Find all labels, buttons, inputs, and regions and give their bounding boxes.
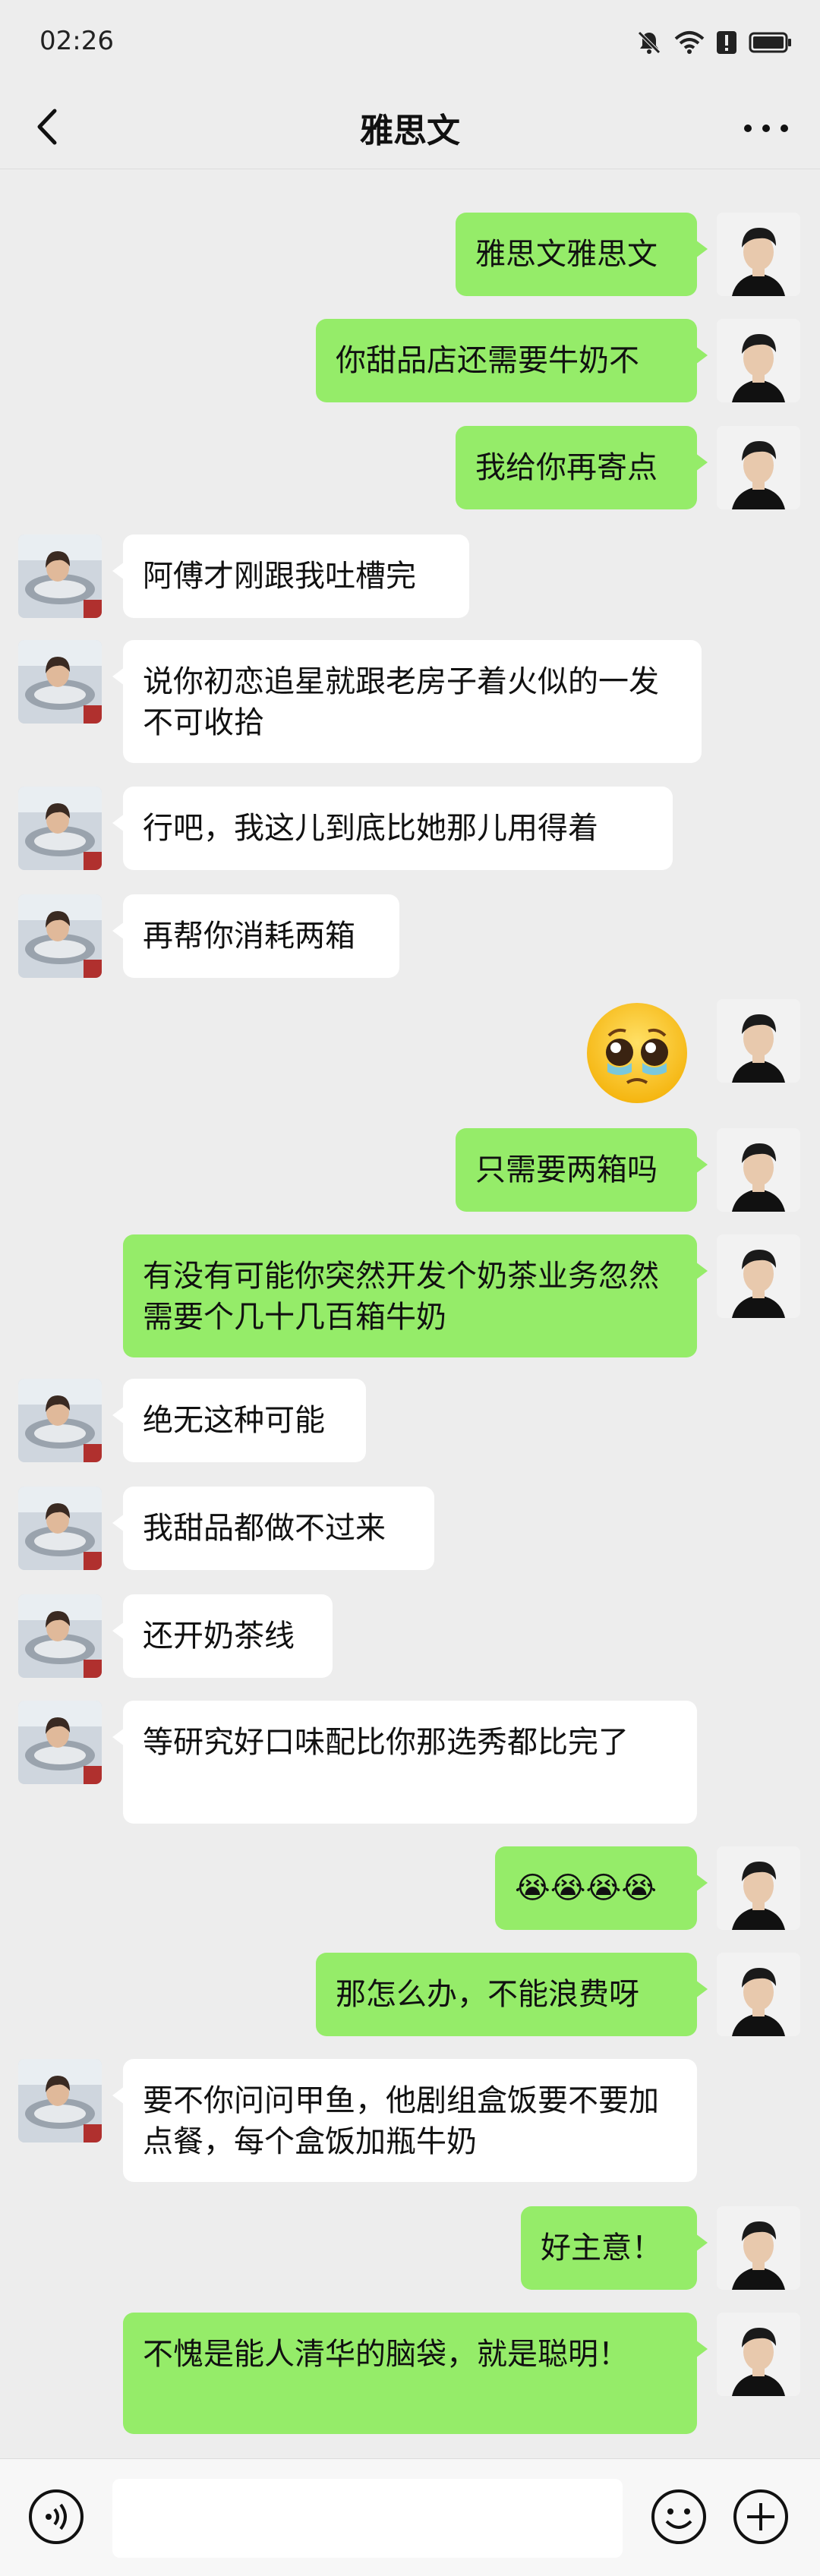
received-message-bubble[interactable]: 绝无这种可能 [112, 1379, 366, 1462]
contact-avatar[interactable] [18, 1594, 102, 1678]
sent-message-bubble[interactable]: 不愧是能人清华的脑袋，就是聪明！ [123, 2313, 708, 2434]
contact-avatar[interactable] [18, 1701, 102, 1784]
input-bar [0, 2458, 820, 2576]
more-icon [744, 125, 752, 132]
contact-avatar[interactable] [18, 1487, 102, 1570]
sent-message-bubble[interactable]: 有没有可能你突然开发个奶茶业务忽然需要个几十几百箱牛奶 [123, 1234, 708, 1357]
voice-icon [29, 2489, 84, 2544]
alert-icon [717, 31, 736, 54]
voice-button[interactable] [27, 2488, 85, 2546]
contact-avatar[interactable] [18, 640, 102, 724]
received-message-bubble[interactable]: 要不你问问甲鱼，他剧组盒饭要不要加点餐，每个盒饭加瓶牛奶 [112, 2059, 697, 2182]
my-avatar[interactable] [717, 1953, 800, 2036]
contact-avatar[interactable] [18, 2059, 102, 2142]
sent-message-bubble[interactable]: 好主意！ [521, 2206, 708, 2290]
status-bar: 02:26 [0, 0, 820, 85]
my-avatar[interactable] [717, 2206, 800, 2290]
sent-message-bubble[interactable]: 只需要两箱吗 [456, 1128, 708, 1212]
my-avatar[interactable] [717, 1846, 800, 1930]
battery-icon [749, 32, 791, 53]
received-message-bubble[interactable]: 说你初恋追星就跟老房子着火似的一发不可收拾 [112, 640, 702, 763]
my-avatar[interactable] [717, 999, 800, 1083]
status-time: 02:26 [39, 26, 114, 56]
sent-message-bubble[interactable]: 你甜品店还需要牛奶不 [316, 319, 708, 402]
sent-message-bubble[interactable]: 雅思文雅思文 [456, 213, 708, 296]
my-avatar[interactable] [717, 1128, 800, 1212]
received-message-bubble[interactable]: 还开奶茶线 [112, 1594, 333, 1678]
sent-message-bubble[interactable]: 😭😭😭😭 [495, 1846, 708, 1930]
received-message-bubble[interactable]: 再帮你消耗两箱 [112, 894, 399, 978]
chat-title: 雅思文 [360, 112, 460, 150]
received-message-bubble[interactable]: 我甜品都做不过来 [112, 1487, 434, 1570]
mute-icon [638, 31, 661, 54]
received-message-bubble[interactable]: 阿傅才刚跟我吐槽完 [112, 534, 469, 618]
my-avatar[interactable] [717, 426, 800, 509]
my-avatar[interactable] [717, 1234, 800, 1318]
sent-message-bubble[interactable]: 我给你再寄点 [456, 426, 708, 509]
contact-avatar[interactable] [18, 1379, 102, 1462]
my-avatar[interactable] [717, 319, 800, 402]
contact-avatar[interactable] [18, 534, 102, 618]
emoji-button[interactable] [650, 2488, 708, 2546]
message-input[interactable] [112, 2479, 623, 2558]
my-avatar[interactable] [717, 2313, 800, 2396]
contact-avatar[interactable] [18, 894, 102, 978]
sent-message-bubble[interactable]: 那怎么办，不能浪费呀 [316, 1953, 708, 2036]
plus-icon [733, 2489, 788, 2544]
more-functions-button[interactable] [732, 2488, 790, 2546]
pleading-face-icon[interactable] [583, 999, 702, 1107]
my-avatar[interactable] [717, 213, 800, 296]
wifi-icon [674, 31, 705, 54]
more-options-button[interactable] [740, 106, 793, 149]
received-message-bubble[interactable]: 等研究好口味配比你那选秀都比完了 [112, 1701, 697, 1824]
contact-avatar[interactable] [18, 787, 102, 870]
received-message-bubble[interactable]: 行吧，我这儿到底比她那儿用得着 [112, 787, 673, 870]
status-icons [636, 26, 793, 59]
smiley-icon [651, 2489, 706, 2544]
chat-header: 雅思文 [0, 85, 820, 169]
